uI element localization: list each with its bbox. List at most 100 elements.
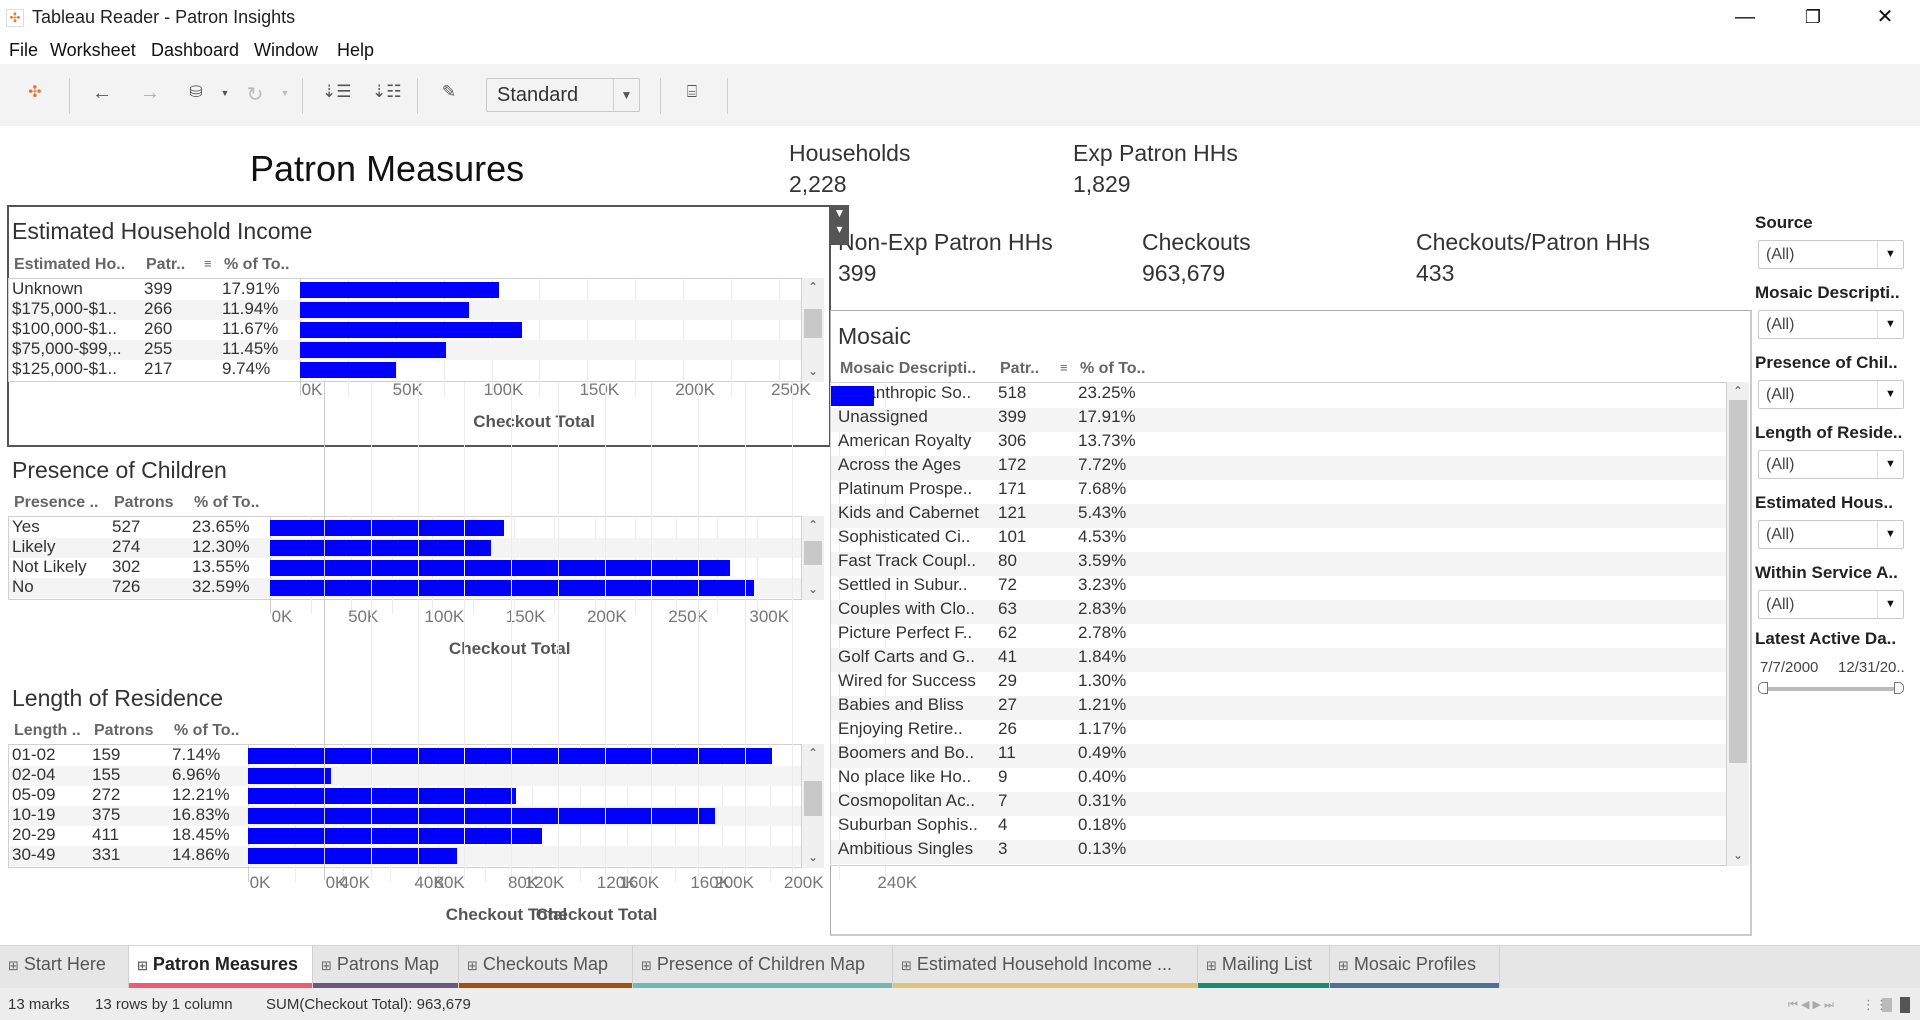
vertical-scrollbar[interactable]: ⌃ ⌄ [802,516,824,600]
scroll-down-icon[interactable]: ⌄ [802,850,824,864]
pause-data-icon[interactable]: ⛁ [183,82,209,102]
scroll-thumb[interactable] [804,781,822,816]
view-mode-select[interactable]: Standard ▼ [486,78,640,112]
scroll-up-icon[interactable]: ⌃ [802,280,824,294]
table-row[interactable]: $100,000-$1.. 260 11.67% [9,320,801,340]
bar[interactable] [270,560,730,576]
table-row[interactable]: Suburban Sophis.. 4 0.18% [831,816,1726,840]
filter-dropdown[interactable]: (All) ▼ [1758,380,1904,409]
scroll-up-icon[interactable]: ⌃ [1727,384,1749,398]
table-row[interactable]: $175,000-$1.. 266 11.94% [9,300,801,320]
close-button[interactable]: ✕ [1850,0,1920,36]
sheet-navigation-icons[interactable]: ⏮ ◀ ▶ ⏭ [1788,998,1834,1012]
table-row[interactable]: $75,000-$99,.. 255 11.45% [9,340,801,360]
column-header[interactable]: Patrons [114,494,174,512]
table-row[interactable]: Fast Track Coupl.. 80 3.59% [831,552,1726,576]
vertical-scrollbar[interactable]: ⌃ ⌄ [802,744,824,868]
table-row[interactable]: Boomers and Bo.. 11 0.49% [831,744,1726,768]
sheet-tab[interactable]: ⊞ Checkouts Map [459,946,633,988]
bar[interactable] [300,282,500,298]
scroll-thumb[interactable] [804,309,822,339]
bar[interactable] [300,342,446,358]
refresh-icon[interactable]: ↻ [242,82,268,107]
table-row[interactable]: Golf Carts and G.. 41 1.84% [831,648,1726,672]
scroll-up-icon[interactable]: ⌃ [802,746,824,760]
vertical-scrollbar[interactable]: ⌃ ⌄ [802,278,824,382]
bar[interactable] [300,362,396,378]
menu-help[interactable]: Help [337,40,374,61]
table-row[interactable]: $125,000-$1.. 217 9.74% [9,360,801,380]
column-header[interactable]: Mosaic Descripti.. [840,360,976,378]
bar[interactable] [248,768,331,784]
bar[interactable] [831,386,874,406]
table-row[interactable]: Not Likely 302 13.55% [9,558,801,578]
bar[interactable] [270,520,504,536]
sheet-tab[interactable]: ⊞ Start Here [0,946,129,988]
table-row[interactable]: Cosmopolitan Ac.. 7 0.31% [831,792,1726,816]
table-row[interactable]: Ambitious Singles 3 0.13% [831,840,1726,864]
column-header[interactable]: Patr.. [1000,360,1039,378]
table-row[interactable]: Across the Ages 172 7.72% [831,456,1726,480]
sheet-tab[interactable]: ⊞ Estimated Household Income ... [893,946,1198,988]
table-row[interactable]: Likely 274 12.30% [9,538,801,558]
pause-data-dropdown-icon[interactable]: ▼ [212,88,238,98]
sort-descending-icon[interactable]: ⇣☷ [372,82,401,102]
column-header[interactable]: Estimated Ho.. [14,256,125,274]
date-range-end-handle[interactable] [1894,682,1904,694]
view-mode-single-icon[interactable] [1900,997,1910,1013]
table-row[interactable]: Babies and Bliss 27 1.21% [831,696,1726,720]
column-header[interactable]: % of To.. [1080,360,1145,378]
scroll-down-icon[interactable]: ⌄ [802,582,824,596]
scroll-thumb[interactable] [1729,400,1747,763]
filter-tab-icon[interactable]: ▼ ▾ [830,205,849,245]
table-row[interactable]: Sophisticated Ci.. 101 4.53% [831,528,1726,552]
column-header[interactable]: Presence .. [14,494,99,512]
table-row[interactable]: Picture Perfect F.. 62 2.78% [831,624,1726,648]
bar[interactable] [248,828,542,844]
table-row[interactable]: 02-04 155 6.96% [9,766,801,786]
table-row[interactable]: No place like Ho.. 9 0.40% [831,768,1726,792]
bar[interactable] [248,848,457,864]
scroll-up-icon[interactable]: ⌃ [802,518,824,532]
table-row[interactable]: 01-02 159 7.14% [9,746,801,766]
table-row[interactable]: 20-29 411 18.45% [9,826,801,846]
table-row[interactable]: Enjoying Retire.. 26 1.17% [831,720,1726,744]
table-row[interactable]: Couples with Clo.. 63 2.83% [831,600,1726,624]
sort-icon[interactable]: ≡ [1060,360,1068,375]
table-row[interactable]: Yes 527 23.65% [9,518,801,538]
restore-button[interactable]: ❐ [1778,0,1848,36]
sheet-tab[interactable]: ⊞ Patron Measures [129,946,313,988]
forward-icon[interactable]: → [137,82,163,105]
minimize-button[interactable]: — [1710,0,1780,36]
menu-file[interactable]: File [9,40,38,61]
sort-icon[interactable]: ≡ [204,256,212,271]
scroll-thumb[interactable] [804,541,822,565]
filter-dropdown[interactable]: (All) ▼ [1758,520,1904,549]
table-row[interactable]: Unassigned 399 17.91% [831,408,1726,432]
bar[interactable] [248,748,772,764]
menu-worksheet[interactable]: Worksheet [50,40,136,61]
column-header[interactable]: Length .. [14,722,81,740]
column-header[interactable]: % of To.. [194,494,259,512]
column-header[interactable]: Patr.. [146,256,185,274]
table-row[interactable]: 05-09 272 12.21% [9,786,801,806]
column-header[interactable]: % of To.. [174,722,239,740]
bar[interactable] [270,540,491,556]
bar[interactable] [300,322,523,338]
bar[interactable] [248,808,716,824]
table-row[interactable]: Unknown 399 17.91% [9,280,801,300]
scroll-down-icon[interactable]: ⌄ [802,364,824,378]
table-row[interactable]: American Royalty 306 13.73% [831,432,1726,456]
date-range-slider-track[interactable] [1762,687,1900,691]
table-row[interactable]: Philanthropic So.. 518 23.25% [831,384,1726,408]
menu-dashboard[interactable]: Dashboard [151,40,239,61]
refresh-dropdown-icon[interactable]: ▼ [272,88,298,98]
filter-dropdown[interactable]: (All) ▼ [1758,450,1904,479]
date-range-start-handle[interactable] [1758,682,1768,694]
filter-dropdown[interactable]: (All) ▼ [1758,310,1904,339]
sort-ascending-icon[interactable]: ⇣☰ [322,82,351,102]
table-row[interactable]: Settled in Subur.. 72 3.23% [831,576,1726,600]
filter-dropdown[interactable]: (All) ▼ [1758,590,1904,619]
bar[interactable] [248,788,516,804]
sheet-tab[interactable]: ⊞ Patrons Map [313,946,459,988]
